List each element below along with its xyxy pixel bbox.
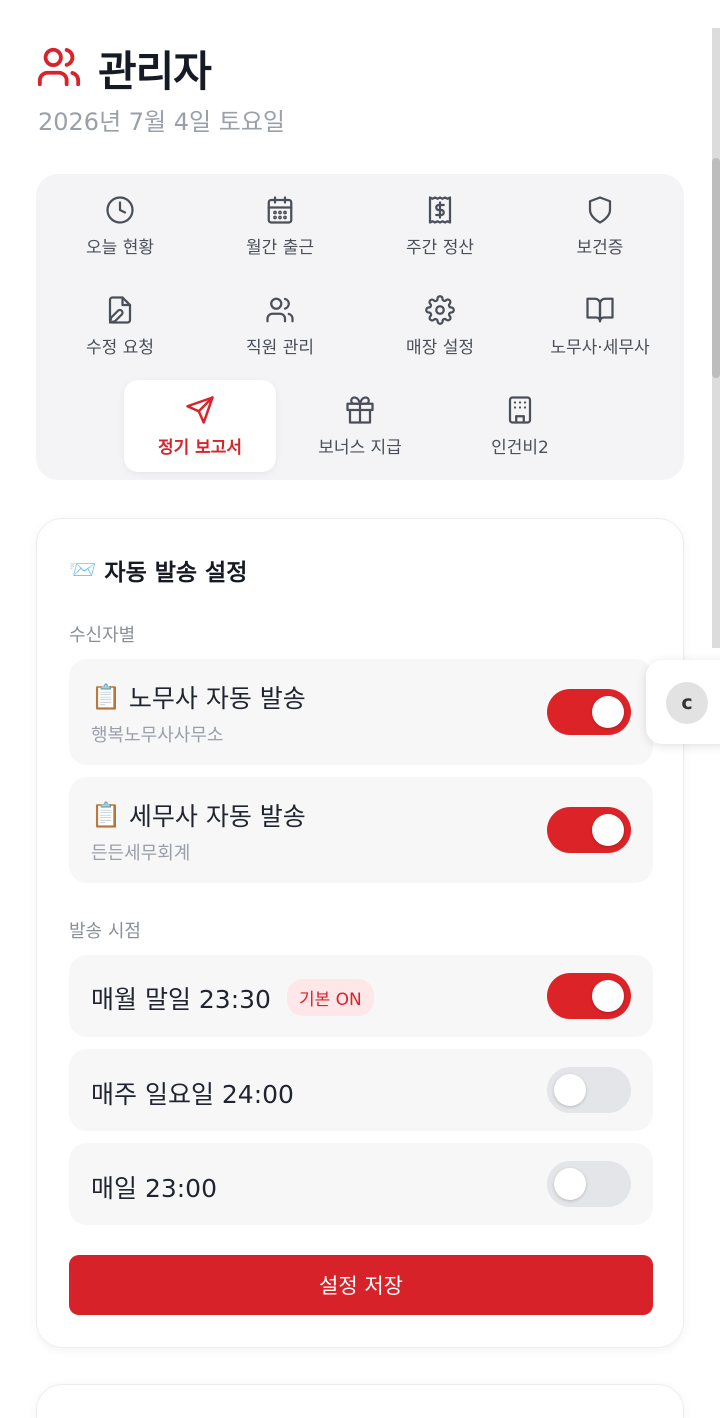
card-title: 📨 자동 발송 설정 (69, 553, 247, 587)
recipient-label-text: 노무사 자동 발송 (128, 684, 306, 713)
menu-item-label: 보건증 (576, 237, 624, 258)
timing-section-label: 발송 시점 (69, 921, 141, 942)
menu-item-today-status[interactable]: 오늘 현황 (44, 180, 196, 272)
current-date: 2026년 7월 4일 토요일 (38, 108, 285, 136)
toggle-labor-auto-send[interactable] (547, 689, 631, 735)
menu-item-label: 수정 요청 (86, 337, 154, 358)
timing-row-month-end: 매월 말일 23:30 기본 ON (69, 955, 653, 1037)
menu-item-edit-requests[interactable]: 수정 요청 (44, 280, 196, 372)
recipient-row-labor: 📋 노무사 자동 발송 행복노무사사무소 (69, 659, 653, 765)
clipboard-icon: 📋 (91, 683, 121, 711)
menu-item-label: 보너스 지급 (318, 437, 402, 458)
menu-item-health-certificate[interactable]: 보건증 (524, 180, 676, 272)
floating-widget[interactable]: c (646, 660, 720, 744)
toggle-knob (554, 1168, 586, 1200)
toggle-month-end[interactable] (547, 973, 631, 1019)
toggle-weekly-sunday[interactable] (547, 1067, 631, 1113)
toggle-daily[interactable] (547, 1161, 631, 1207)
building-icon (508, 395, 532, 424)
timing-row-weekly-sunday: 매주 일요일 24:00 (69, 1049, 653, 1131)
menu-item-label: 월간 출근 (246, 237, 314, 258)
recipient-section-label: 수신자별 (69, 625, 136, 646)
timing-label: 매주 일요일 24:00 (91, 1075, 294, 1111)
toggle-knob (592, 696, 624, 728)
shield-icon (588, 195, 612, 224)
menu-item-store-settings[interactable]: 매장 설정 (364, 280, 516, 372)
menu-item-labor-cost-2[interactable]: 인건비2 (444, 380, 596, 472)
gear-icon (425, 294, 455, 325)
save-settings-button[interactable]: 설정 저장 (69, 1255, 653, 1315)
menu-item-bonus-payment[interactable]: 보너스 지급 (284, 380, 436, 472)
menu-item-label: 오늘 현황 (86, 237, 154, 258)
next-card (36, 1384, 684, 1418)
menu-item-staff-management[interactable]: 직원 관리 (204, 280, 356, 372)
toggle-knob (592, 980, 624, 1012)
calendar-icon (267, 195, 293, 224)
menu-item-periodic-report[interactable]: 정기 보고서 (124, 380, 276, 472)
menu-item-label: 인건비2 (491, 437, 549, 458)
file-edit-icon (108, 295, 132, 324)
envelope-icon: 📨 (69, 557, 97, 583)
menu-item-label: 직원 관리 (246, 337, 314, 358)
recipient-label: 📋 노무사 자동 발송 (91, 679, 306, 715)
floating-widget-button[interactable]: c (666, 682, 708, 724)
recipient-row-tax: 📋 세무사 자동 발송 든든세무회계 (69, 777, 653, 883)
toggle-tax-auto-send[interactable] (547, 807, 631, 853)
menu-item-monthly-attendance[interactable]: 월간 출근 (204, 180, 356, 272)
timing-label: 매일 23:00 (91, 1169, 217, 1205)
timing-label-text: 매주 일요일 24:00 (91, 1080, 294, 1109)
clipboard-icon: 📋 (91, 801, 121, 829)
menu-item-label: 노무사·세무사 (550, 337, 650, 358)
recipient-name: 든든세무회계 (91, 843, 191, 864)
toggle-knob (592, 814, 624, 846)
clock-icon (106, 195, 134, 224)
page-title: 관리자 (98, 47, 212, 96)
card-title-text: 자동 발송 설정 (104, 560, 248, 586)
default-on-badge: 기본 ON (286, 979, 374, 1016)
menu-item-label: 주간 정산 (406, 237, 474, 258)
timing-row-daily: 매일 23:00 (69, 1143, 653, 1225)
menu-grid: 오늘 현황 월간 출근 주간 정산 보건증 수정 요청 직원 관리 매장 설정 (36, 174, 684, 480)
timing-label: 매월 말일 23:30 기본 ON (91, 979, 374, 1016)
gift-icon (346, 395, 374, 424)
app-page: 관리자 2026년 7월 4일 토요일 오늘 현황 월간 출근 주간 정산 보건… (0, 0, 720, 1418)
recipient-label-text: 세무사 자동 발송 (128, 802, 306, 831)
recipient-label: 📋 세무사 자동 발송 (91, 797, 306, 833)
toggle-knob (554, 1074, 586, 1106)
menu-item-labor-tax-accountant[interactable]: 노무사·세무사 (524, 280, 676, 372)
receipt-icon (428, 195, 452, 224)
users-icon (36, 44, 82, 94)
timing-label-text: 매월 말일 23:30 (91, 984, 271, 1014)
page-header: 관리자 (36, 38, 212, 99)
book-open-icon (586, 297, 614, 322)
timing-label-text: 매일 23:00 (91, 1174, 217, 1203)
menu-item-label: 매장 설정 (406, 337, 474, 358)
recipient-name: 행복노무사사무소 (91, 725, 224, 746)
send-icon (186, 395, 214, 424)
users-icon (266, 297, 294, 322)
scrollbar-thumb[interactable] (712, 158, 720, 378)
auto-send-settings-card: 📨 자동 발송 설정 수신자별 📋 노무사 자동 발송 행복노무사사무소 📋 세… (36, 518, 684, 1348)
menu-item-label: 정기 보고서 (157, 437, 243, 458)
menu-item-weekly-settlement[interactable]: 주간 정산 (364, 180, 516, 272)
